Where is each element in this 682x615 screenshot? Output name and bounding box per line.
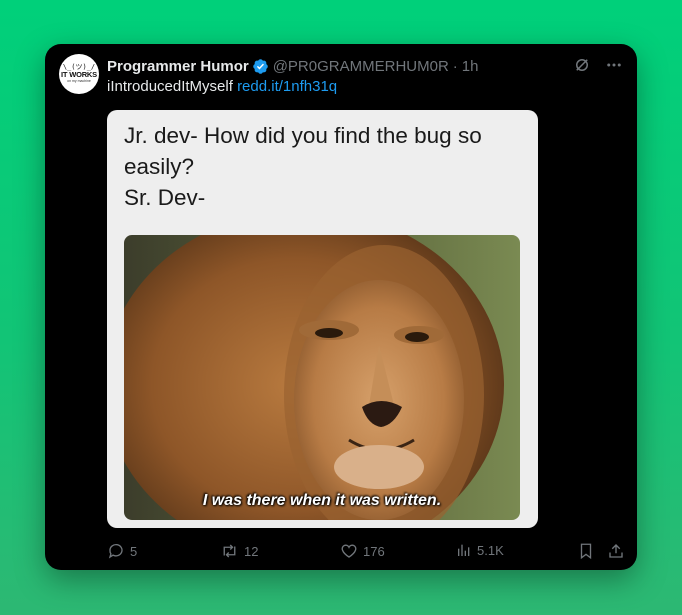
meme-caption-line: Jr. dev- How did you find the bug so <box>124 123 482 148</box>
meme-image[interactable]: Jr. dev- How did you find the bug so eas… <box>107 110 538 528</box>
share-icon <box>607 542 625 560</box>
author-name[interactable]: Programmer Humor <box>107 58 249 75</box>
views-icon <box>456 542 472 558</box>
repost-count: 12 <box>244 543 259 559</box>
reply-count: 5 <box>130 543 138 559</box>
reply-icon <box>107 542 125 560</box>
meme-caption-line: easily? <box>124 154 195 179</box>
like-count: 176 <box>363 543 385 559</box>
verified-badge-icon <box>252 58 269 75</box>
share-button[interactable] <box>607 542 625 560</box>
tweet-card[interactable]: \_(ツ)_/ IT WORKS on my machine Programme… <box>45 44 637 570</box>
bookmark-button[interactable] <box>577 542 595 560</box>
meme-subtitle: I was there when it was written. <box>202 492 442 509</box>
like-button[interactable]: 176 <box>340 542 385 560</box>
more-icon[interactable] <box>605 56 623 74</box>
top-actions <box>573 56 623 74</box>
tweet-text: iIntroducedItMyself redd.it/1nfh31q <box>107 78 337 95</box>
avatar-subtitle: on my machine <box>67 79 91 83</box>
reply-button[interactable]: 5 <box>107 542 137 560</box>
tweet-header: Programmer Humor @PR0GRAMMERHUM0R · 1h <box>107 56 478 76</box>
post-time[interactable]: 1h <box>462 58 479 75</box>
views-button[interactable]: 5.1K <box>456 542 504 558</box>
tweet-link[interactable]: redd.it/1nfh31q <box>237 78 337 95</box>
avatar-title: IT WORKS <box>61 70 97 79</box>
repost-button[interactable]: 12 <box>220 542 258 560</box>
tweet-actions: 5 12 176 5.1K <box>107 542 627 562</box>
lion-photo: I was there when it was written. <box>124 235 520 520</box>
heart-icon <box>340 542 358 560</box>
meme-caption-line: Sr. Dev- <box>124 185 206 210</box>
separator-dot: · <box>452 57 458 75</box>
views-count: 5.1K <box>477 542 504 558</box>
avatar[interactable]: \_(ツ)_/ IT WORKS on my machine <box>59 54 99 94</box>
grok-icon[interactable] <box>573 56 591 74</box>
author-handle[interactable]: @PR0GRAMMERHUM0R <box>273 58 449 75</box>
bookmark-icon <box>577 542 595 560</box>
repost-icon <box>220 542 239 560</box>
meme-caption: Jr. dev- How did you find the bug so eas… <box>124 120 524 213</box>
tweet-body: iIntroducedItMyself <box>107 78 233 95</box>
